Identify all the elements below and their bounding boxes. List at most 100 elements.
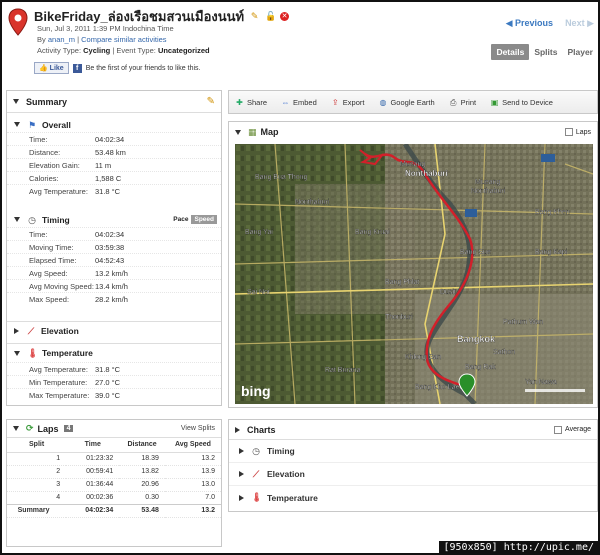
charts-header[interactable]: Charts Average [229, 420, 597, 440]
map-label: Nonthaburi [471, 188, 506, 195]
export-icon: ⇪ [331, 97, 339, 107]
edit-pencil-icon[interactable]: ✎ [250, 12, 259, 21]
send-to-device-button[interactable]: ▣ Send to Device [490, 98, 553, 107]
column-header[interactable]: Avg Speed [164, 438, 221, 453]
table-row[interactable]: 1 01:23:32 18.39 13.2 [7, 452, 221, 466]
like-text: Be the first of your friends to like thi… [85, 64, 201, 72]
column-header[interactable]: Split [7, 438, 67, 453]
laps-header[interactable]: ⟳ Laps 4 View Splits [7, 420, 221, 438]
column-header[interactable]: Distance [119, 438, 165, 453]
activity-header: BikeFriday_ล่องเรือชมสวนเมืองนนท์ ✎ 🔓 ✕ … [4, 4, 598, 86]
elevation-icon: ⟋ [252, 468, 260, 479]
summary-panel: Summary ✎ ⚑ Overall Time: 04:02:34 Distan… [6, 90, 222, 406]
like-button[interactable]: 👍 Like [34, 62, 69, 74]
edit-pencil-icon[interactable]: ✎ [207, 96, 215, 107]
average-checkbox[interactable] [554, 425, 563, 434]
map-title: Map [260, 127, 279, 137]
column-header[interactable]: Time [66, 438, 120, 453]
table-row[interactable]: 2 00:59:41 13.82 13.9 [7, 465, 221, 479]
table-header-row: Split Time Distance Avg Speed [7, 438, 221, 453]
activity-type-line: Activity Type: Cycling | Event Type: Unc… [37, 46, 210, 55]
overall-header[interactable]: ⚑ Overall [7, 117, 221, 132]
expand-triangle-icon [239, 448, 244, 454]
summary-header[interactable]: Summary ✎ [7, 91, 221, 113]
temperature-header[interactable]: 🌡 Temperature [7, 344, 221, 362]
elevation-title: Elevation [41, 326, 79, 336]
embed-icon: ⇔ [281, 97, 290, 107]
stat-row: Time: 04:02:34 [7, 132, 221, 145]
map-view[interactable]: Mueang Nonthaburi Mueang Nonthaburi Bang… [235, 144, 593, 404]
stat-value: 31.8 °C [95, 186, 121, 196]
map-label: Pathum Wan [503, 319, 543, 326]
stat-value: 27.0 °C [95, 377, 121, 387]
stat-label: Avg Temperature: [29, 364, 88, 374]
embed-button[interactable]: ⇔ Embed [281, 98, 317, 107]
table-cell: 00:02:36 [66, 491, 120, 505]
stat-row: Time: 04:02:34 [7, 227, 221, 240]
share-button[interactable]: ✚ Share [235, 98, 267, 107]
table-cell: 4 [7, 491, 67, 505]
table-cell: 00:59:41 [66, 465, 120, 479]
activity-type-label: Activity Type: [37, 46, 82, 55]
stat-label: Moving Time: [29, 242, 74, 252]
speed-toggle[interactable]: Speed [191, 215, 217, 224]
separator: | [77, 35, 80, 44]
stat-label: Elapsed Time: [29, 255, 77, 265]
stat-label: Avg Moving Speed: [29, 281, 94, 291]
user-link[interactable]: anan_m [48, 35, 75, 44]
satellite-map[interactable]: Mueang Nonthaburi Mueang Nonthaburi Bang… [235, 144, 593, 404]
laps-title: Laps [37, 423, 59, 434]
map-header[interactable]: ▦ Map Laps [229, 122, 597, 142]
laps-checkbox[interactable] [564, 128, 573, 136]
compare-similar-link[interactable]: Compare similar activities [81, 35, 166, 44]
map-label: Sai Noi [247, 289, 270, 296]
activity-type-value[interactable]: Cycling [83, 46, 110, 55]
temperature-section: 🌡 Temperature Avg Temperature: 31.8 °C Mi… [7, 343, 221, 401]
map-label: Bang Kruai [355, 229, 390, 236]
expand-triangle-icon [235, 426, 240, 433]
view-splits-link[interactable]: View Splits [181, 425, 215, 432]
stat-value: 04:02:34 [95, 229, 125, 239]
chart-row-temperature[interactable]: 🌡 Temperature [229, 486, 597, 509]
tab-splits[interactable]: Splits [529, 44, 562, 60]
chart-row-timing[interactable]: ◷ Timing [229, 440, 597, 463]
delete-icon[interactable]: ✕ [280, 12, 290, 21]
tab-player[interactable]: Player [562, 44, 598, 60]
screenshot-frame: BikeFriday_ล่องเรือชมสวนเมืองนนท์ ✎ 🔓 ✕ … [0, 0, 600, 555]
stat-row: Distance: 53.48 km [7, 145, 221, 158]
activity-datetime: Sun, Jul 3, 2011 1:39 PM Indochina Time [37, 24, 174, 33]
charts-title: Charts [247, 424, 276, 435]
stat-value: 39.0 °C [95, 390, 121, 400]
privacy-lock-icon[interactable]: 🔓 [265, 12, 276, 21]
stat-value: 28.2 km/h [95, 294, 128, 304]
next-link[interactable]: Next ▶ [565, 18, 594, 29]
table-cell: 13.82 [119, 465, 165, 479]
timing-header[interactable]: ◷ Timing Pace Speed [7, 212, 221, 227]
pace-toggle[interactable]: Pace [170, 215, 191, 224]
overall-title: Overall [42, 119, 71, 130]
activity-pager: ◀ Previous Next ▶ [506, 18, 594, 29]
chart-row-elevation[interactable]: ⟋ Elevation [229, 463, 597, 486]
google-earth-button[interactable]: ◍ Google Earth [378, 98, 434, 107]
event-type-value[interactable]: Uncategorized [158, 46, 210, 55]
expand-triangle-icon [239, 494, 244, 501]
map-label: Mueang [400, 161, 425, 168]
previous-link[interactable]: ◀ Previous [506, 18, 553, 29]
thermometer-icon: 🌡 [27, 348, 39, 358]
table-row[interactable]: 4 00:02:36 0.30 7.0 [7, 491, 221, 505]
tab-details[interactable]: Details [491, 44, 530, 60]
table-cell: 01:23:32 [66, 452, 120, 466]
collapse-triangle-icon [14, 122, 20, 127]
table-cell: 53.48 [119, 503, 165, 518]
export-button[interactable]: ⇪ Export [331, 98, 365, 107]
clock-icon: ◷ [28, 214, 36, 225]
table-cell: 13.2 [164, 452, 221, 466]
stat-value: 1,588 C [95, 173, 122, 183]
temperature-title: Temperature [42, 348, 93, 358]
elevation-header[interactable]: ⟋ Elevation [7, 322, 221, 340]
collapse-triangle-icon [13, 426, 19, 431]
expand-triangle-icon [14, 328, 19, 334]
table-row[interactable]: 3 01:36:44 20.96 13.0 [7, 478, 221, 492]
printer-icon: ⎙ [449, 97, 457, 107]
print-button[interactable]: ⎙ Print [449, 98, 476, 107]
